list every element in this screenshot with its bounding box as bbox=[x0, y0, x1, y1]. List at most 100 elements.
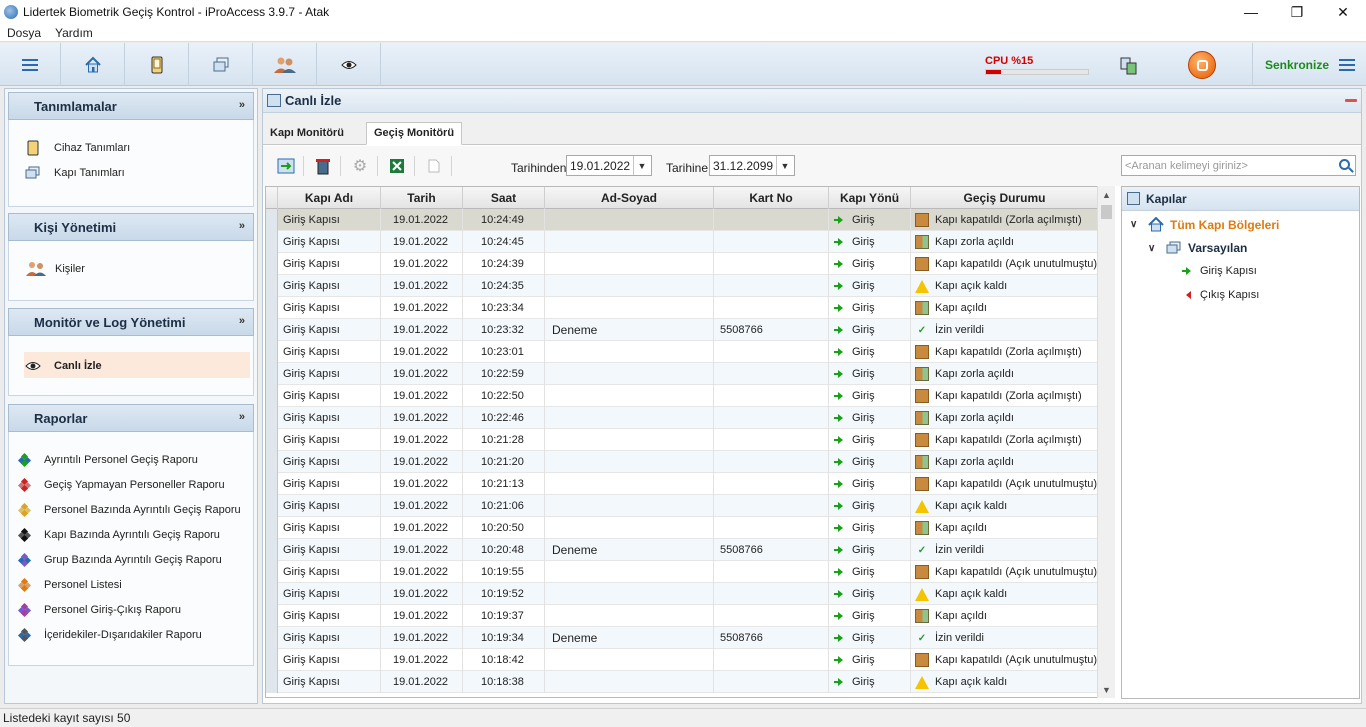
section-kisi-yonetimi[interactable]: Kişi Yönetimi » bbox=[8, 213, 254, 241]
table-row[interactable]: Giriş Kapısı 19.01.2022 10:21:13 Giriş Kapı … bbox=[266, 473, 1098, 495]
row-header[interactable] bbox=[266, 605, 278, 627]
device-button[interactable] bbox=[125, 43, 189, 86]
report-item[interactable]: Personel Giriş-Çıkış Raporu bbox=[17, 602, 181, 618]
column-header-kapi-yonu[interactable]: Kapı Yönü bbox=[829, 187, 911, 209]
stop-button[interactable] bbox=[1188, 51, 1216, 79]
tree-node-giris-kapisi[interactable]: Giriş Kapısı bbox=[1182, 265, 1257, 277]
report-item[interactable]: Grup Bazında Ayrıntılı Geçiş Raporu bbox=[17, 552, 222, 568]
document-button[interactable] bbox=[424, 156, 444, 176]
report-item[interactable]: Personel Bazında Ayrıntılı Geçiş Raporu bbox=[17, 502, 241, 518]
table-scrollbar[interactable]: ▲ ▼ bbox=[1097, 186, 1115, 698]
collapse-chevron-icon[interactable]: » bbox=[239, 315, 245, 327]
table-row[interactable]: Giriş Kapısı 19.01.2022 10:23:34 Giriş Kapı … bbox=[266, 297, 1098, 319]
table-row[interactable]: Giriş Kapısı 19.01.2022 10:23:32 Deneme 5508… bbox=[266, 319, 1098, 341]
users-button[interactable] bbox=[253, 43, 317, 86]
search-icon[interactable] bbox=[1339, 159, 1350, 170]
menu-toggle-button[interactable] bbox=[0, 43, 61, 86]
table-row[interactable]: Giriş Kapısı 19.01.2022 10:22:59 Giriş Kapı … bbox=[266, 363, 1098, 385]
row-header[interactable] bbox=[266, 539, 278, 561]
sidebar-item-canli-izle[interactable]: Canlı İzle bbox=[25, 358, 102, 374]
table-row[interactable]: Giriş Kapısı 19.01.2022 10:20:50 Giriş Kapı … bbox=[266, 517, 1098, 539]
chevron-down-icon[interactable]: ∨ bbox=[1130, 219, 1140, 230]
table-row[interactable]: Giriş Kapısı 19.01.2022 10:18:42 Giriş Kapı … bbox=[266, 649, 1098, 671]
table-row[interactable]: Giriş Kapısı 19.01.2022 10:21:06 Giriş Kapı … bbox=[266, 495, 1098, 517]
table-row[interactable]: Giriş Kapısı 19.01.2022 10:19:34 Deneme 5508… bbox=[266, 627, 1098, 649]
row-header[interactable] bbox=[266, 473, 278, 495]
row-header[interactable] bbox=[266, 583, 278, 605]
row-header[interactable] bbox=[266, 209, 278, 231]
table-row[interactable]: Giriş Kapısı 19.01.2022 10:24:39 Giriş Kapı … bbox=[266, 253, 1098, 275]
settings-button[interactable]: ⚙ bbox=[350, 156, 370, 176]
restore-button[interactable]: ❐ bbox=[1274, 0, 1320, 24]
table-row[interactable]: Giriş Kapısı 19.01.2022 10:24:45 Giriş Kapı … bbox=[266, 231, 1098, 253]
minimize-button[interactable]: — bbox=[1228, 0, 1274, 24]
doors-button[interactable] bbox=[189, 43, 253, 86]
column-header-tarih[interactable]: Tarih bbox=[381, 187, 463, 209]
tab-gecis-monitoru[interactable]: Geçiş Monitörü bbox=[366, 122, 463, 145]
row-header[interactable] bbox=[266, 451, 278, 473]
search-input[interactable]: <Aranan kelimeyi giriniz> bbox=[1121, 155, 1356, 176]
to-date-picker[interactable]: 31.12.2099 ▼ bbox=[709, 155, 795, 176]
column-header-kapi-adi[interactable]: Kapı Adı bbox=[278, 187, 381, 209]
scroll-down-icon[interactable]: ▼ bbox=[1098, 681, 1115, 698]
table-row[interactable]: Giriş Kapısı 19.01.2022 10:22:50 Giriş Kapı … bbox=[266, 385, 1098, 407]
menu-yardim[interactable]: Yardım bbox=[48, 26, 100, 40]
table-row[interactable]: Giriş Kapısı 19.01.2022 10:24:35 Giriş Kapı … bbox=[266, 275, 1098, 297]
export-button[interactable] bbox=[276, 156, 296, 176]
row-header[interactable] bbox=[266, 517, 278, 539]
sidebar-item-kisiler[interactable]: Kişiler bbox=[25, 261, 85, 277]
sidebar-item-cihaz-tanimlari[interactable]: Cihaz Tanımları bbox=[25, 140, 130, 156]
section-raporlar[interactable]: Raporlar » bbox=[8, 404, 254, 432]
row-header[interactable] bbox=[266, 627, 278, 649]
table-row[interactable]: Giriş Kapısı 19.01.2022 10:24:49 Giriş Kapı … bbox=[266, 209, 1098, 231]
section-monitor-log[interactable]: Monitör ve Log Yönetimi » bbox=[8, 308, 254, 336]
row-header[interactable] bbox=[266, 407, 278, 429]
chevron-down-icon[interactable]: ▼ bbox=[633, 156, 650, 175]
from-date-picker[interactable]: 19.01.2022 ▼ bbox=[566, 155, 652, 176]
table-row[interactable]: Giriş Kapısı 19.01.2022 10:18:38 Giriş Kapı … bbox=[266, 671, 1098, 693]
table-row[interactable]: Giriş Kapısı 19.01.2022 10:23:01 Giriş Kapı … bbox=[266, 341, 1098, 363]
tree-node-cikis-kapisi[interactable]: Çıkış Kapısı bbox=[1186, 289, 1259, 301]
excel-button[interactable] bbox=[387, 156, 407, 176]
section-tanimlamalar[interactable]: Tanımlamalar » bbox=[8, 92, 254, 120]
network-button[interactable] bbox=[1120, 57, 1138, 78]
table-row[interactable]: Giriş Kapısı 19.01.2022 10:19:37 Giriş Kapı … bbox=[266, 605, 1098, 627]
table-row[interactable]: Giriş Kapısı 19.01.2022 10:19:52 Giriş Kapı … bbox=[266, 583, 1098, 605]
row-header[interactable] bbox=[266, 385, 278, 407]
row-header[interactable] bbox=[266, 297, 278, 319]
menu-dosya[interactable]: Dosya bbox=[0, 26, 48, 40]
table-row[interactable]: Giriş Kapısı 19.01.2022 10:21:28 Giriş Kapı … bbox=[266, 429, 1098, 451]
delete-button[interactable] bbox=[313, 156, 333, 176]
row-header[interactable] bbox=[266, 561, 278, 583]
report-item[interactable]: İçeridekiler-Dışarıdakiler Raporu bbox=[17, 627, 202, 643]
row-header[interactable] bbox=[266, 231, 278, 253]
table-row[interactable]: Giriş Kapısı 19.01.2022 10:20:48 Deneme 5508… bbox=[266, 539, 1098, 561]
tree-node-group[interactable]: ∨ Varsayılan bbox=[1148, 241, 1247, 255]
table-row[interactable]: Giriş Kapısı 19.01.2022 10:19:55 Giriş Kapı … bbox=[266, 561, 1098, 583]
collapse-chevron-icon[interactable]: » bbox=[239, 99, 245, 111]
home-button[interactable] bbox=[61, 43, 125, 86]
row-header[interactable] bbox=[266, 429, 278, 451]
close-button[interactable]: ✕ bbox=[1320, 0, 1366, 24]
report-item[interactable]: Personel Listesi bbox=[17, 577, 122, 593]
row-header[interactable] bbox=[266, 495, 278, 517]
table-row[interactable]: Giriş Kapısı 19.01.2022 10:21:20 Giriş Kapı … bbox=[266, 451, 1098, 473]
column-header-ad-soyad[interactable]: Ad-Soyad bbox=[545, 187, 714, 209]
tree-node-root[interactable]: ∨ Tüm Kapı Bölgeleri bbox=[1130, 217, 1279, 232]
monitor-button[interactable] bbox=[317, 43, 381, 86]
row-header[interactable] bbox=[266, 341, 278, 363]
collapse-chevron-icon[interactable]: » bbox=[239, 220, 245, 232]
report-item[interactable]: Ayrıntılı Personel Geçiş Raporu bbox=[17, 452, 198, 468]
row-header[interactable] bbox=[266, 649, 278, 671]
report-item[interactable]: Geçiş Yapmayan Personeller Raporu bbox=[17, 477, 225, 493]
chevron-down-icon[interactable]: ▼ bbox=[776, 156, 793, 175]
column-header-saat[interactable]: Saat bbox=[463, 187, 545, 209]
column-header-kart-no[interactable]: Kart No bbox=[714, 187, 829, 209]
row-header[interactable] bbox=[266, 671, 278, 693]
row-header[interactable] bbox=[266, 319, 278, 341]
row-header[interactable] bbox=[266, 363, 278, 385]
report-item[interactable]: Kapı Bazında Ayrıntılı Geçiş Raporu bbox=[17, 527, 220, 543]
row-header[interactable] bbox=[266, 253, 278, 275]
row-header[interactable] bbox=[266, 275, 278, 297]
chevron-down-icon[interactable]: ∨ bbox=[1148, 243, 1158, 254]
